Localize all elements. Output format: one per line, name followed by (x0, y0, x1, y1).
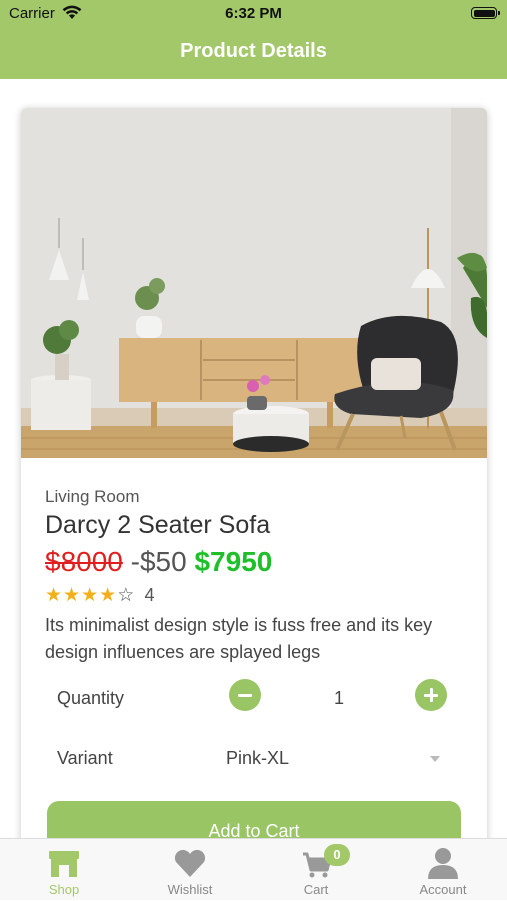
quantity-label: Quantity (57, 688, 125, 708)
account-icon (428, 848, 458, 879)
star-rating: ★★★★☆ (45, 585, 135, 606)
final-price: $7950 (194, 546, 273, 577)
original-price: $8000 (45, 546, 123, 577)
cart-icon (303, 852, 332, 878)
clock: 6:32 PM (225, 5, 282, 22)
star-filled-icon: ★ (63, 585, 82, 606)
star-filled-icon: ★ (81, 585, 100, 606)
price-row: $8000 -$50 $7950 (45, 546, 272, 578)
product-name: Darcy 2 Seater Sofa (45, 511, 271, 539)
rating-count: 4 (144, 585, 155, 605)
tab-shop-label: Shop (48, 882, 80, 897)
tab-wishlist-label: Wishlist (167, 882, 213, 897)
product-category: Living Room (45, 487, 140, 506)
tab-shop[interactable]: Shop (1, 839, 127, 901)
product-card: Living Room Darcy 2 Seater Sofa $8000 -$… (21, 108, 487, 868)
tab-bar: Shop Wishlist Cart Account (0, 838, 507, 900)
tab-account-label: Account (419, 882, 467, 897)
product-description: Its minimalist design style is fuss free… (45, 615, 433, 662)
tab-cart-label: Cart (303, 882, 329, 897)
status-bar: Carrier 6:32 PM (0, 0, 507, 30)
quantity-value: 1 (333, 688, 344, 708)
product-image (21, 108, 487, 458)
star-filled-icon: ★ (99, 585, 118, 606)
tab-account[interactable]: Account (380, 839, 506, 901)
star-empty-icon: ☆ (117, 585, 136, 606)
shop-icon (49, 851, 79, 877)
chevron-down-icon (430, 756, 440, 762)
discount-amount: -$50 (130, 546, 187, 577)
rating-row: ★★★★☆ 4 (45, 584, 155, 607)
variant-label: Variant (57, 748, 113, 768)
tab-cart[interactable]: Cart (253, 839, 379, 901)
battery-icon (471, 7, 500, 19)
heart-icon (174, 849, 206, 877)
star-filled-icon: ★ (45, 585, 64, 606)
increase-quantity-button[interactable] (415, 679, 447, 711)
variant-selected-value: Pink-XL (226, 748, 290, 768)
top-bar: Carrier 6:32 PM Product Details (0, 0, 507, 79)
cart-count-badge: 0 (324, 844, 350, 866)
tab-wishlist[interactable]: Wishlist (127, 839, 253, 901)
decrease-quantity-button[interactable] (229, 679, 261, 711)
page-title: Product Details (180, 40, 327, 62)
